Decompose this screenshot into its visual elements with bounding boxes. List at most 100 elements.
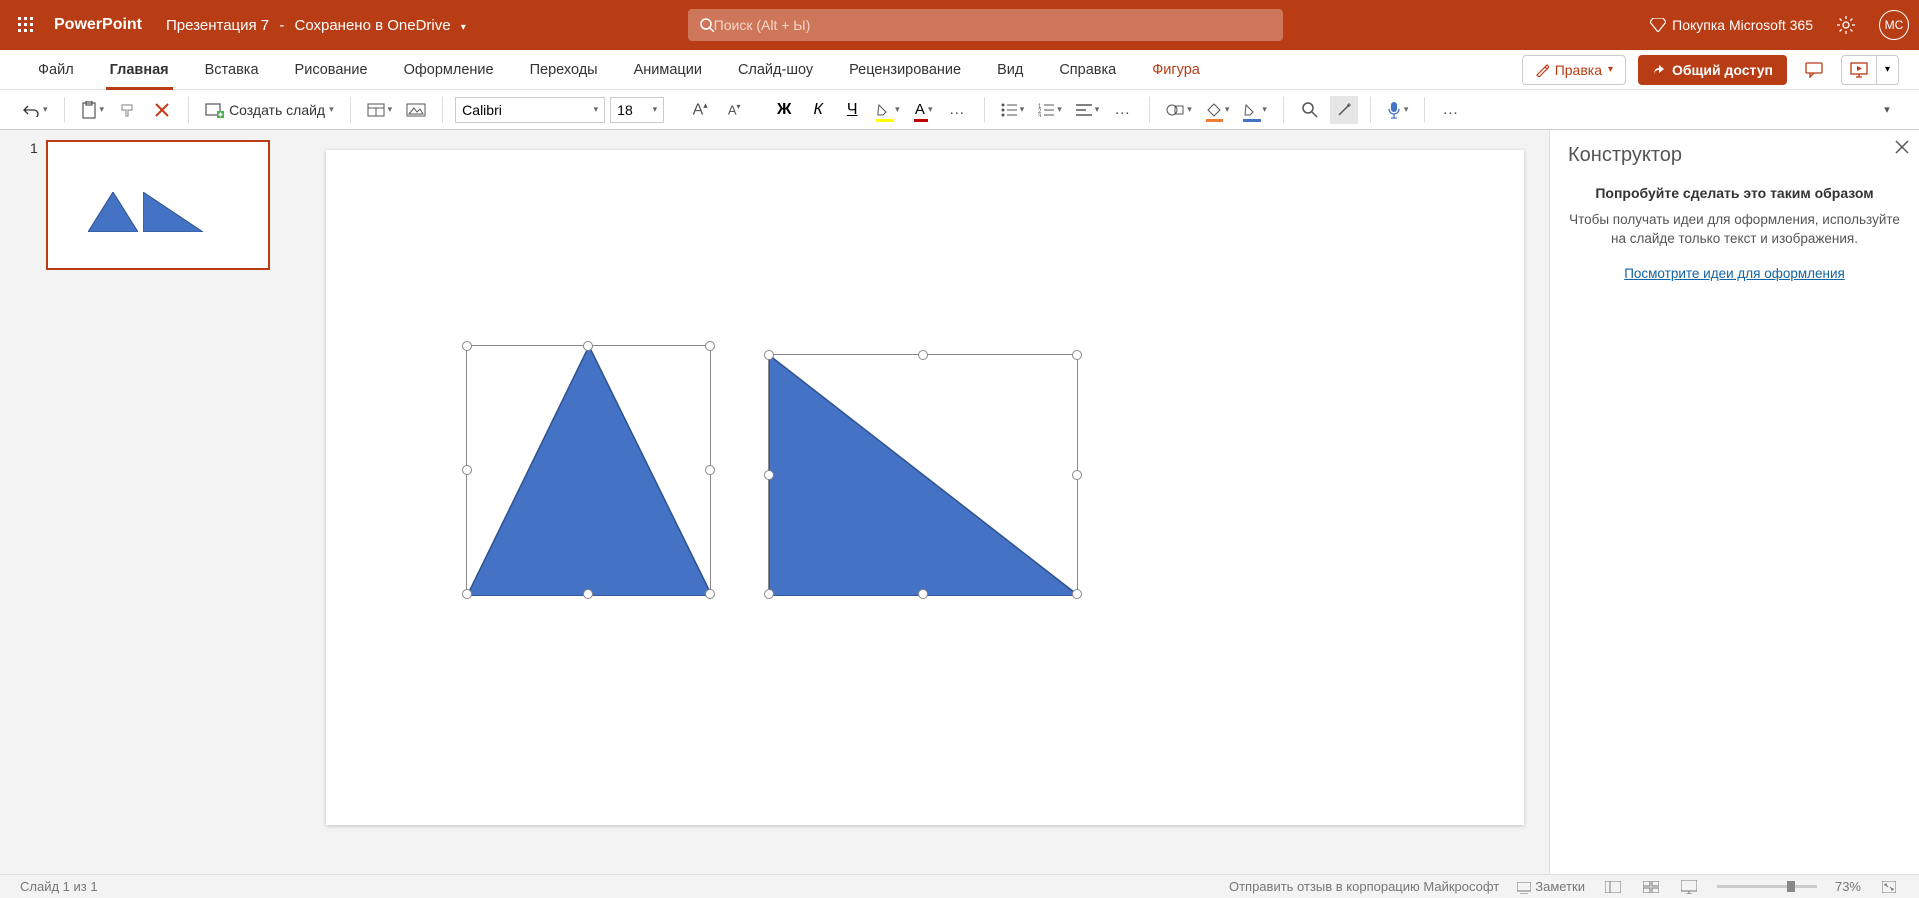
paste-button[interactable]	[77, 96, 109, 124]
reading-view-button[interactable]	[1679, 877, 1699, 897]
slide-gallery-button[interactable]	[402, 96, 430, 124]
undo-button[interactable]	[18, 96, 52, 124]
underline-button[interactable]: Ч	[838, 96, 866, 124]
svg-text:3: 3	[1038, 114, 1042, 117]
chevron-down-icon[interactable]: ▾	[1876, 56, 1898, 84]
more-icon: …	[1442, 101, 1460, 119]
align-button[interactable]	[1072, 96, 1104, 124]
user-avatar[interactable]: МС	[1879, 10, 1909, 40]
resize-handle[interactable]	[705, 465, 715, 475]
tab-insert[interactable]: Вставка	[187, 50, 277, 90]
delete-button[interactable]	[148, 96, 176, 124]
more-paragraph-button[interactable]: …	[1109, 96, 1137, 124]
increase-font-button[interactable]: A▴	[686, 96, 714, 124]
chevron-down-icon: ▾	[1608, 64, 1613, 75]
resize-handle[interactable]	[764, 589, 774, 599]
slide[interactable]	[326, 150, 1524, 825]
comments-button[interactable]	[1799, 55, 1829, 85]
designer-button[interactable]	[1330, 96, 1358, 124]
font-color-button[interactable]: A	[910, 96, 938, 124]
designer-link[interactable]: Посмотрите идеи для оформления	[1624, 266, 1845, 281]
zoom-slider[interactable]	[1717, 885, 1817, 888]
new-slide-button[interactable]: Создать слайд ▾	[201, 96, 338, 124]
resize-handle[interactable]	[918, 350, 928, 360]
shape-outline-button[interactable]	[1239, 96, 1271, 124]
chevron-down-icon[interactable]: ▾	[461, 22, 466, 33]
thumbnail-item[interactable]: 1	[30, 140, 270, 270]
dictate-button[interactable]	[1383, 96, 1413, 124]
tab-slideshow[interactable]: Слайд-шоу	[720, 50, 831, 90]
tab-help[interactable]: Справка	[1041, 50, 1134, 90]
document-title[interactable]: Презентация 7 - Сохранено в OneDrive ▾	[166, 17, 466, 34]
shapes-button[interactable]	[1162, 96, 1196, 124]
app-launcher-icon[interactable]	[10, 9, 42, 41]
share-icon	[1652, 63, 1666, 77]
resize-handle[interactable]	[462, 341, 472, 351]
thumbnail-number: 1	[30, 140, 38, 270]
layout-button[interactable]	[363, 96, 397, 124]
resize-handle[interactable]	[1072, 589, 1082, 599]
slide-canvas-area[interactable]	[300, 130, 1549, 874]
search-box[interactable]	[688, 9, 1283, 41]
numbering-button[interactable]: 123	[1034, 96, 1066, 124]
resize-handle[interactable]	[1072, 470, 1082, 480]
normal-view-button[interactable]	[1603, 877, 1623, 897]
edit-mode-button[interactable]: Правка ▾	[1522, 55, 1626, 85]
resize-handle[interactable]	[583, 341, 593, 351]
isoceles-triangle-shape[interactable]	[467, 346, 712, 596]
feedback-link[interactable]: Отправить отзыв в корпорацию Майкрософт	[1229, 879, 1499, 894]
resize-handle[interactable]	[764, 470, 774, 480]
italic-button[interactable]: К	[804, 96, 832, 124]
designer-subtitle: Попробуйте сделать это таким образом	[1568, 185, 1901, 201]
right-triangle-shape[interactable]	[769, 355, 1079, 596]
zoom-slider-handle[interactable]	[1787, 881, 1795, 892]
resize-handle[interactable]	[462, 465, 472, 475]
format-painter-button[interactable]	[114, 96, 142, 124]
workspace: 1 Ко	[0, 130, 1919, 874]
tab-draw[interactable]: Рисование	[277, 50, 386, 90]
shape-selection-2[interactable]	[768, 354, 1078, 595]
resize-handle[interactable]	[462, 589, 472, 599]
thumbnail-preview[interactable]	[46, 140, 270, 270]
highlight-button[interactable]	[872, 96, 904, 124]
app-name[interactable]: PowerPoint	[54, 16, 142, 34]
resize-handle[interactable]	[705, 341, 715, 351]
resize-handle[interactable]	[705, 589, 715, 599]
resize-handle[interactable]	[918, 589, 928, 599]
bold-button[interactable]: Ж	[770, 96, 798, 124]
decrease-font-button[interactable]: A▾	[720, 96, 748, 124]
shape-selection-1[interactable]	[466, 345, 711, 595]
resize-handle[interactable]	[764, 350, 774, 360]
chevron-down-icon: ▾	[594, 104, 599, 115]
fit-to-window-button[interactable]	[1879, 877, 1899, 897]
tab-animations[interactable]: Анимации	[616, 50, 720, 90]
sorter-view-button[interactable]	[1641, 877, 1661, 897]
thumbnail-panel[interactable]: 1	[0, 130, 300, 874]
more-commands-button[interactable]: …	[1437, 96, 1465, 124]
tab-home[interactable]: Главная	[92, 50, 187, 90]
notes-button[interactable]: Заметки	[1517, 879, 1585, 894]
find-button[interactable]	[1296, 96, 1324, 124]
search-input[interactable]	[714, 17, 1271, 33]
zoom-percent[interactable]: 73%	[1835, 879, 1861, 894]
tab-transitions[interactable]: Переходы	[512, 50, 616, 90]
more-font-button[interactable]: …	[944, 96, 972, 124]
premium-button[interactable]: Покупка Microsoft 365	[1650, 17, 1813, 33]
tab-design[interactable]: Оформление	[386, 50, 512, 90]
tab-shape[interactable]: Фигура	[1134, 50, 1218, 90]
resize-handle[interactable]	[583, 589, 593, 599]
tab-view[interactable]: Вид	[979, 50, 1041, 90]
close-button[interactable]	[1895, 140, 1909, 154]
font-name-select[interactable]: Calibri▾	[455, 97, 605, 123]
share-button[interactable]: Общий доступ	[1638, 55, 1787, 85]
settings-button[interactable]	[1831, 10, 1861, 40]
tab-file[interactable]: Файл	[20, 50, 92, 90]
collapse-ribbon-button[interactable]: ▾	[1873, 96, 1901, 124]
resize-handle[interactable]	[1072, 350, 1082, 360]
shape-fill-button[interactable]	[1202, 96, 1234, 124]
premium-label: Покупка Microsoft 365	[1672, 17, 1813, 33]
font-size-select[interactable]: 18▾	[610, 97, 664, 123]
bullets-button[interactable]	[997, 96, 1029, 124]
tab-review[interactable]: Рецензирование	[831, 50, 979, 90]
present-button[interactable]: ▾	[1841, 55, 1899, 85]
